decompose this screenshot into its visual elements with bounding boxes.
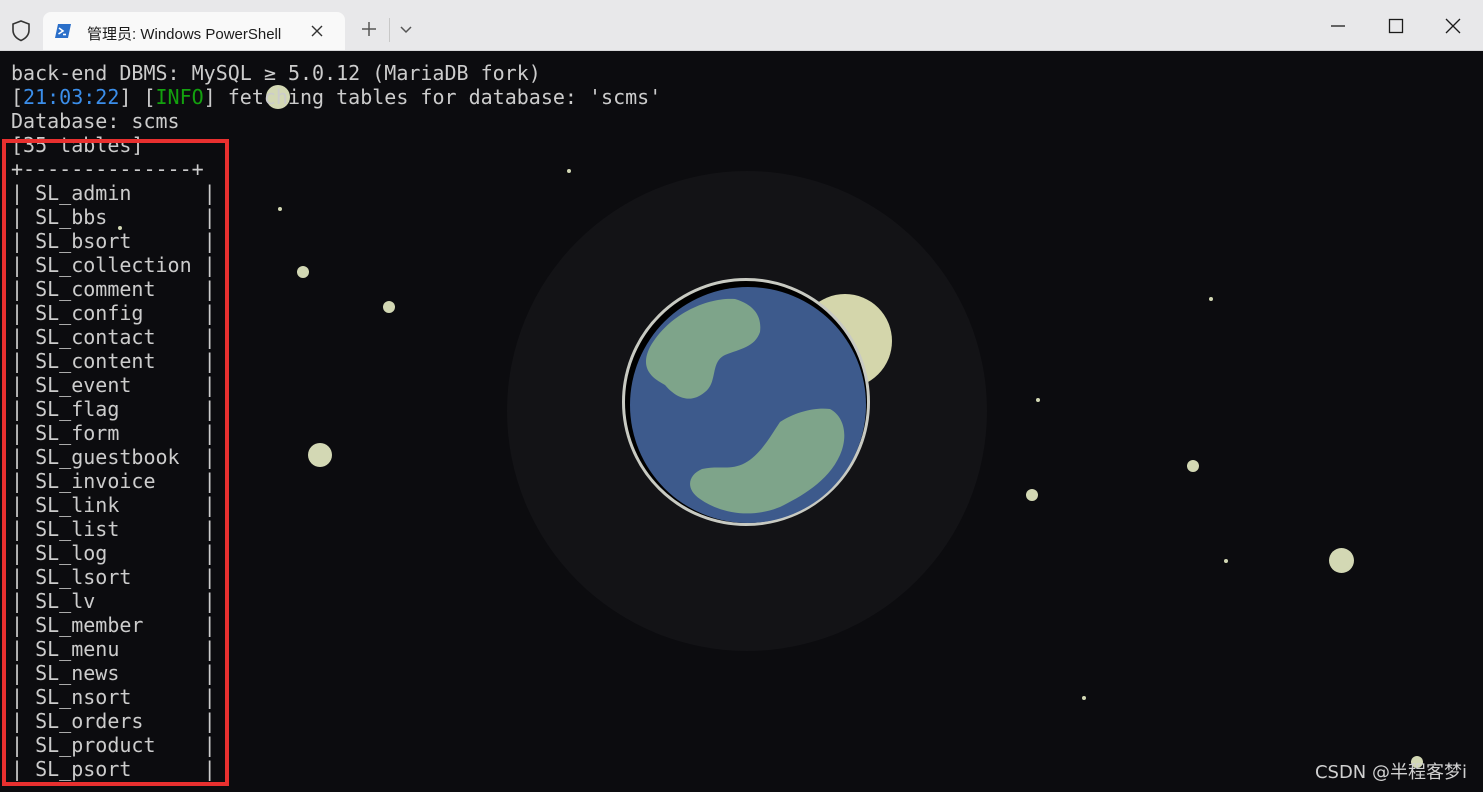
close-icon [1445,18,1461,34]
watermark: CSDN @半程客梦i [1314,762,1467,783]
star [1329,548,1354,573]
minimize-icon [1331,25,1345,27]
star [567,169,571,173]
close-icon [311,25,323,37]
title-bar: 管理员: Windows PowerShell [0,0,1483,51]
tab-powershell[interactable]: 管理员: Windows PowerShell [43,12,345,50]
star [278,207,282,211]
close-tab-button[interactable] [307,21,327,41]
bracket: [ [11,85,24,109]
plus-icon [362,22,376,36]
minimize-button[interactable] [1326,14,1350,38]
log-level: INFO [155,85,204,109]
tab-separator [389,18,390,42]
star [308,443,332,467]
log-timestamp: 21:03:22 [23,85,120,109]
maximize-icon [1388,18,1404,34]
star [297,266,309,278]
star [1187,460,1199,472]
terminal-pane[interactable]: back-end DBMS: MySQL ≥ 5.0.12 (MariaDB f… [0,51,1483,792]
star [1036,398,1040,402]
star [383,301,395,313]
highlight-box [2,139,229,786]
earth-illustration [630,287,866,523]
close-window-button[interactable] [1441,14,1465,38]
star [1082,696,1086,700]
shield-icon [12,20,30,42]
new-tab-button[interactable] [358,18,380,40]
star [1026,489,1038,501]
maximize-button[interactable] [1384,14,1408,38]
powershell-icon [55,24,71,38]
tab-title: 管理员: Windows PowerShell [87,26,282,43]
chevron-down-icon[interactable] [397,23,415,37]
log-message: ] fetching tables for database: 'scms' [203,85,662,109]
output-line-dbms: back-end DBMS: MySQL ≥ 5.0.12 (MariaDB f… [11,61,541,85]
output-line-database: Database: scms [11,109,180,133]
star [1209,297,1213,301]
bracket: ] [ [119,85,156,109]
star [1224,559,1228,563]
